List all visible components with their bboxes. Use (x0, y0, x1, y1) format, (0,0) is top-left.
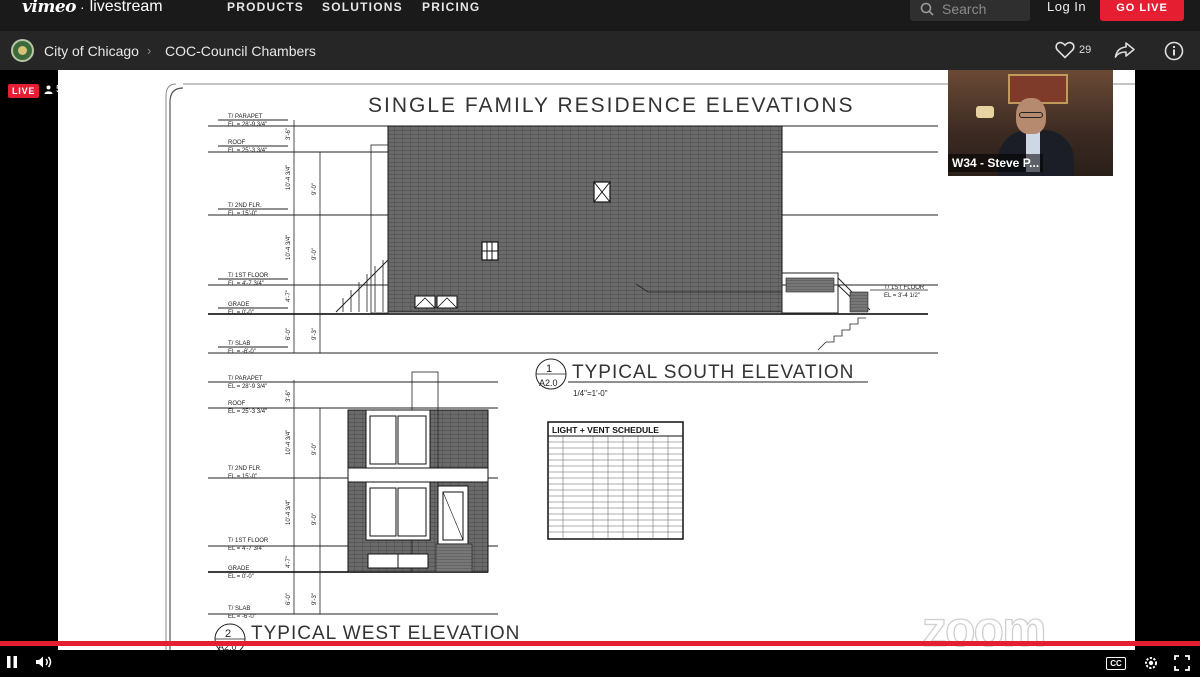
south-level-roof-el: EL = 25'-3 3/4" (228, 148, 267, 154)
schedule-title: LIGHT + VENT SCHEDULE (552, 425, 659, 435)
south-dim-2: 10'-4 3/4" (286, 165, 292, 190)
south-dim-4: 10'-4 3/4" (286, 235, 292, 260)
west-dim-7: 6'-0" (286, 593, 292, 605)
south-callout-number: 1 (546, 363, 552, 375)
zoom-watermark: zoom (921, 600, 1047, 657)
south-dim-6: 4'-7" (286, 290, 292, 302)
sheet-title: SINGLE FAMILY RESIDENCE ELEVATIONS (368, 94, 855, 117)
west-level-2nd-el: EL = 15'-0" (228, 474, 257, 480)
logo-sub: livestream (89, 0, 163, 15)
west-dim-6: 4'-7" (286, 556, 292, 568)
user-icon (44, 85, 53, 94)
vimeo-livestream-logo[interactable]: vimeo · livestream (22, 0, 163, 17)
nav-solutions[interactable]: SOLUTIONS (322, 0, 403, 14)
info-icon[interactable] (1164, 41, 1184, 61)
west-level-grade-el: EL = 0'-0" (228, 574, 254, 580)
nav-products[interactable]: PRODUCTS (227, 0, 304, 14)
chevron-right-icon: › (147, 43, 152, 58)
west-dim-4: 10'-4 3/4" (286, 500, 292, 525)
west-level-2nd: T/ 2ND FLR. (228, 466, 262, 472)
south-elevation-title: TYPICAL SOUTH ELEVATION (572, 362, 854, 383)
fullscreen-icon[interactable] (1174, 655, 1190, 671)
south-level-slab: T/ SLAB (228, 341, 250, 347)
south-dim-1: 3'-6" (286, 128, 292, 140)
live-badge: LIVE (8, 84, 40, 98)
south-level-1st-el: EL = 4'-7 3/4" (228, 281, 264, 287)
west-level-roof-el: EL = 25'-3 3/4" (228, 409, 267, 415)
west-level-parapet-el: EL = 28'-9 3/4" (228, 384, 267, 390)
west-level-roof: ROOF (228, 401, 246, 407)
west-level-grade: GRADE (228, 566, 249, 572)
search-box[interactable] (910, 0, 1030, 21)
south-level-2nd: T/ 2ND FLR. (228, 203, 262, 209)
south-level-1st: T/ 1ST FLOOR (228, 273, 269, 279)
channel-bar: City of Chicago › COC-Council Chambers 2… (0, 31, 1200, 70)
viewer-count: 51 (44, 84, 67, 95)
search-icon (920, 2, 934, 16)
south-callout-sheet: A2.0 (539, 378, 558, 388)
east-level-1st-el: EL = 3'-4 1/2" (884, 293, 920, 299)
west-level-1st-el: EL = 4'-7 3/4" (228, 546, 264, 552)
south-level-grade-el: EL = 0'-0" (228, 310, 254, 316)
west-level-parapet: T/ PARAPET (228, 376, 263, 382)
like-count: 29 (1079, 44, 1092, 56)
west-level-1st: T/ 1ST FLOOR (228, 538, 269, 544)
west-dim-3: 9'-0" (312, 443, 318, 455)
west-dim-5: 9'-0" (312, 513, 318, 525)
south-level-slab-el: EL = -6'-0" (228, 349, 256, 355)
channel-avatar[interactable] (11, 39, 34, 62)
west-dim-2: 10'-4 3/4" (286, 430, 292, 455)
west-dim-1: 3'-6" (286, 390, 292, 402)
south-dim-8: 9'-3" (312, 328, 318, 340)
login-link[interactable]: Log In (1047, 0, 1086, 14)
captions-button[interactable]: CC (1106, 657, 1126, 670)
south-level-parapet: T/ PARAPET (228, 114, 263, 120)
progress-bar[interactable] (0, 641, 1200, 646)
south-level-roof: ROOF (228, 140, 246, 146)
breadcrumb-account[interactable]: City of Chicago (44, 43, 139, 59)
south-dim-3: 9'-0" (312, 183, 318, 195)
progress-fill (0, 641, 1200, 646)
nav-pricing[interactable]: PRICING (422, 0, 480, 14)
pause-icon[interactable] (6, 655, 18, 669)
participant-webcam: W34 - Steve P... (948, 70, 1113, 176)
volume-icon[interactable] (35, 655, 53, 669)
south-level-grade: GRADE (228, 302, 249, 308)
south-level-parapet-el: EL = 28'-9 3/4" (228, 122, 267, 128)
share-icon[interactable] (1114, 41, 1136, 59)
west-level-slab: T/ SLAB (228, 606, 250, 612)
video-player[interactable]: SINGLE FAMILY RESIDENCE ELEVATIONS T/ PA… (0, 70, 1200, 677)
top-navigation: vimeo · livestream PRODUCTS SOLUTIONS PR… (0, 0, 1200, 31)
heart-icon[interactable] (1055, 41, 1075, 59)
search-input[interactable] (942, 1, 1022, 17)
west-dim-8: 9'-3" (312, 593, 318, 605)
south-level-2nd-el: EL = 15'-0" (228, 211, 257, 217)
south-scale: 1/4"=1'-0" (573, 389, 608, 398)
breadcrumb-event[interactable]: COC-Council Chambers (165, 43, 316, 59)
south-dim-7: 6'-0" (286, 328, 292, 340)
settings-icon[interactable] (1143, 655, 1159, 671)
logo-main: vimeo (22, 0, 76, 17)
logo-separator: · (79, 0, 85, 15)
viewer-count-value: 51 (56, 84, 68, 95)
west-level-slab-el: EL = -6'-0" (228, 614, 256, 620)
west-callout-number: 2 (225, 628, 231, 640)
participant-name: W34 - Steve P... (948, 154, 1044, 172)
background-lamp (976, 106, 994, 118)
go-live-button[interactable]: GO LIVE (1100, 0, 1184, 21)
south-dim-5: 9'-0" (312, 248, 318, 260)
